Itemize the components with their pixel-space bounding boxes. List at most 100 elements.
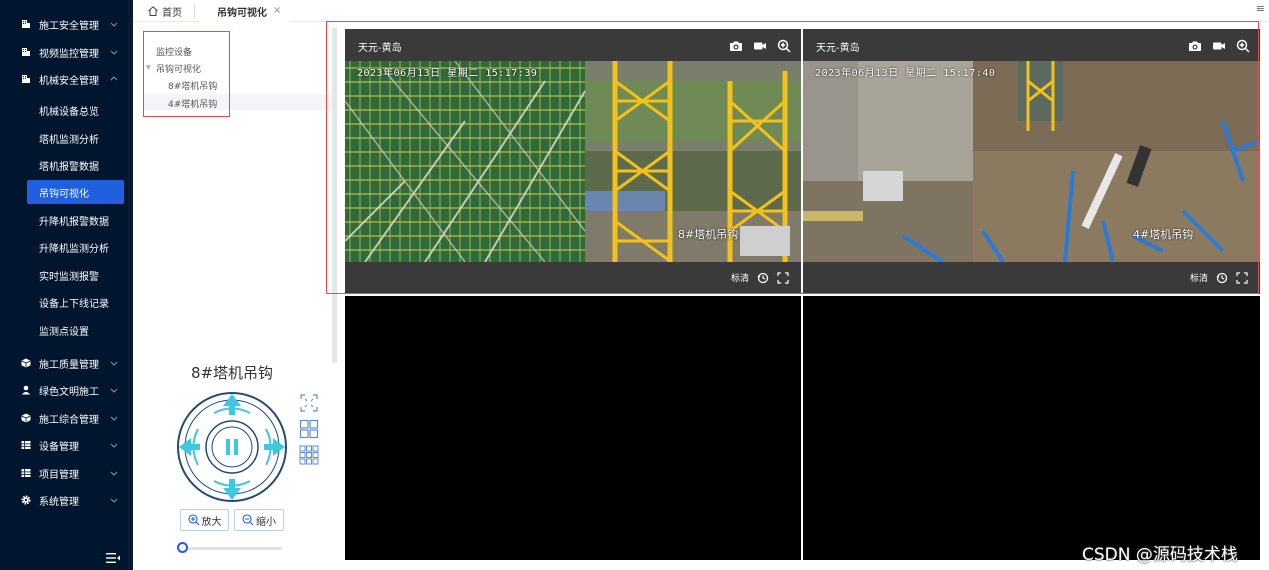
menu-item-construction-quality[interactable]: 施工质量管理 [0,350,128,376]
video-footer: 标清 [345,262,801,294]
menu-label: 施工安全管理 [39,20,99,32]
zoom-in-button[interactable]: 放大 [180,509,229,531]
tab-divider [194,4,195,18]
menu-label: 项目管理 [39,469,79,481]
zoom-in-icon[interactable] [1236,39,1250,53]
cube-icon [21,358,31,368]
chevron-down-icon [110,471,118,476]
gear-icon [21,495,31,505]
speed-slider-track[interactable] [181,547,282,550]
building-icon [21,74,31,84]
tab-home[interactable]: 首页 [147,2,182,20]
fullscreen-icon[interactable] [777,271,789,284]
ptz-direction-wheel [177,392,287,502]
sidebar-collapse-icon[interactable] [106,552,120,564]
chevron-down-icon [110,416,118,421]
submenu-item-monitor-point-settings[interactable]: 监测点设置 [27,318,124,342]
video-cell-1[interactable]: 天元-黄岛 2023年06月13日 星期二 15:17:39 8#塔机吊钩 标清 [345,29,801,294]
submenu-item-elevator-alarms[interactable]: 升降机报警数据 [27,208,124,232]
video-cell-4[interactable] [803,296,1260,560]
menu-label: 视频监控管理 [39,48,99,60]
home-icon [148,6,158,16]
menu-item-video-monitoring[interactable]: 视频监控管理 [0,39,128,65]
video-timestamp: 2023年06月13日 星期二 15:17:39 [357,68,538,79]
chevron-down-icon [110,22,118,27]
record-video-icon[interactable] [1212,39,1226,53]
camera-icon[interactable] [729,39,743,53]
submenu-item-elevator-analysis[interactable]: 升降机监测分析 [27,235,124,259]
grid-2x2-icon[interactable] [299,419,319,439]
ptz-device-title: 8#塔机吊钩 [190,364,274,382]
sidebar: 施工安全管理 视频监控管理 机械安全管理 机械设备总览 塔机监测分析 塔机报警数… [0,0,128,570]
hamburger-icon[interactable]: ≡ [1256,2,1265,15]
grid-3x3-icon[interactable] [299,445,319,465]
zoom-out-icon [242,514,254,526]
menu-label: 绿色文明施工 [39,386,99,398]
video-cell-2[interactable]: 天元-黄岛 2023年06月13日 星期二 15:17:40 4#塔机吊钩 标清 [803,29,1260,294]
camera-icon[interactable] [1188,39,1202,53]
menu-item-project-management[interactable]: 项目管理 [0,460,128,486]
tab-home-label: 首页 [162,7,182,19]
caret-down-icon[interactable]: ▼ [146,64,151,71]
submenu-item-hook-visualization[interactable]: 吊钩可视化 [27,180,124,204]
video-cell-3[interactable] [345,296,801,560]
zoom-in-label: 放大 [201,516,222,528]
menu-item-green-construction[interactable]: 绿色文明施工 [0,377,128,403]
menu-label: 系统管理 [39,496,79,508]
record-video-icon[interactable] [753,39,767,53]
menu-item-comprehensive-management[interactable]: 施工综合管理 [0,405,128,431]
chevron-down-icon [110,388,118,393]
playback-icon[interactable] [757,272,769,284]
chevron-down-icon [110,361,118,366]
video-footer: 标清 [803,262,1260,294]
chevron-down-icon [110,50,118,55]
quality-selector[interactable]: 标清 [1190,271,1208,284]
tab-close-icon[interactable]: × [273,5,281,16]
video-title: 天元-黄岛 [816,43,860,54]
tree-scrollbar[interactable] [332,28,337,363]
submenu-item-realtime-alarms[interactable]: 实时监测报警 [27,263,124,287]
list-icon [21,440,31,450]
chevron-down-icon [110,443,118,448]
tree-node-root[interactable]: 监控设备 [156,45,192,58]
playback-icon[interactable] [1216,272,1228,284]
submenu-item-equipment-overview[interactable]: 机械设备总览 [27,98,124,122]
fullscreen-icon[interactable] [299,393,319,413]
zoom-in-icon [187,514,199,526]
watermark: CSDN @源码技术栈 [1082,545,1238,565]
building-icon [21,19,31,29]
video-header: 天元-黄岛 [345,29,801,61]
zoom-out-label: 缩小 [256,516,276,528]
tree-node-device[interactable]: 8#塔机吊钩 [168,79,217,92]
menu-label: 施工质量管理 [39,359,99,371]
tree-node-device[interactable]: 4#塔机吊钩 [168,97,217,110]
menu-item-equipment-management[interactable]: 设备管理 [0,432,128,458]
sidebar-scrollbar[interactable] [128,0,133,570]
list-icon [21,468,31,478]
submenu-item-online-records[interactable]: 设备上下线记录 [27,290,124,314]
building-icon [21,47,31,57]
tree-node-group[interactable]: 吊钩可视化 [156,62,201,75]
menu-label: 施工综合管理 [39,414,99,426]
video-osd-label: 4#塔机吊钩 [1133,228,1194,241]
person-icon [21,385,31,395]
menu-item-system-management[interactable]: 系统管理 [0,487,128,513]
quality-selector[interactable]: 标清 [731,271,749,284]
submenu-item-tower-crane-analysis[interactable]: 塔机监测分析 [27,126,124,150]
zoom-in-icon[interactable] [777,39,791,53]
video-title: 天元-黄岛 [358,43,402,54]
menu-label: 设备管理 [39,441,79,453]
cube-icon [21,413,31,423]
submenu-item-tower-crane-alarms[interactable]: 塔机报警数据 [27,153,124,177]
video-osd-label: 8#塔机吊钩 [678,228,739,241]
speed-slider-thumb[interactable] [177,542,188,553]
menu-item-machinery-safety[interactable]: 机械安全管理 [0,66,128,92]
video-header: 天元-黄岛 [803,29,1260,61]
chevron-up-icon [110,76,118,81]
video-timestamp: 2023年06月13日 星期二 15:17:40 [815,68,996,79]
zoom-out-button[interactable]: 缩小 [234,509,284,531]
fullscreen-icon[interactable] [1236,271,1248,284]
menu-item-construction-safety[interactable]: 施工安全管理 [0,11,128,37]
tab-bar: 首页 吊钩可视化 × ≡ [133,0,1269,22]
chevron-down-icon [110,498,118,503]
